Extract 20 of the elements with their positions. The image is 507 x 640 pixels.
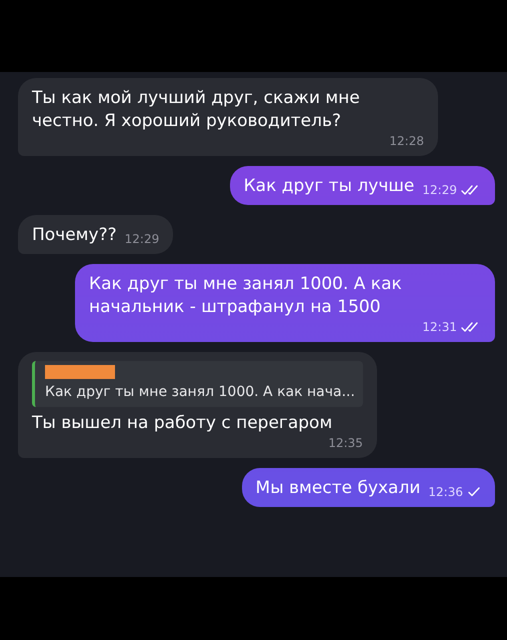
message-text: Как друг ты мне занял 1000. А как начальник - штрафанул на 1500 <box>89 273 403 319</box>
reply-quote[interactable]: Как друг ты мне занял 1000. А как нача... <box>32 361 363 407</box>
message-text: Ты вышел на работу с перегаром <box>32 412 334 435</box>
message-time: 12:29 <box>422 182 457 198</box>
message-text: Почему?? <box>32 224 117 247</box>
incoming-message-bubble[interactable]: Как друг ты мне занял 1000. А как нача... Ты вышел на работу с перегаром 12:35 <box>18 352 377 458</box>
message-time: 12:36 <box>428 484 463 500</box>
message-text: Мы вместе бухали <box>256 477 420 500</box>
outgoing-message-bubble[interactable]: Как друг ты лучше 12:29 <box>230 166 495 205</box>
quoted-text: Как друг ты мне занял 1000. А как нача... <box>45 383 355 402</box>
incoming-message-bubble[interactable]: Ты как мой лучший друг, скажи мне честно. Я хороший руководитель? 12:28 <box>18 78 438 156</box>
message-text: Как друг ты лучше <box>244 175 414 198</box>
message-time: 12:28 <box>389 133 424 149</box>
message-time: 12:29 <box>124 231 160 247</box>
message-time: 12:31 <box>422 319 457 335</box>
incoming-message-bubble[interactable]: Почему?? 12:29 <box>18 215 174 254</box>
outgoing-message-bubble[interactable]: Мы вместе бухали 12:36 <box>242 468 495 507</box>
message-time: 12:35 <box>328 435 363 451</box>
message-text: Ты как мой лучший друг, скажи мне честно. Я хороший руководитель? <box>32 87 361 133</box>
outgoing-message-bubble[interactable]: Как друг ты мне занял 1000. А как начальник - штрафанул на 1500 12:31 <box>75 264 495 342</box>
